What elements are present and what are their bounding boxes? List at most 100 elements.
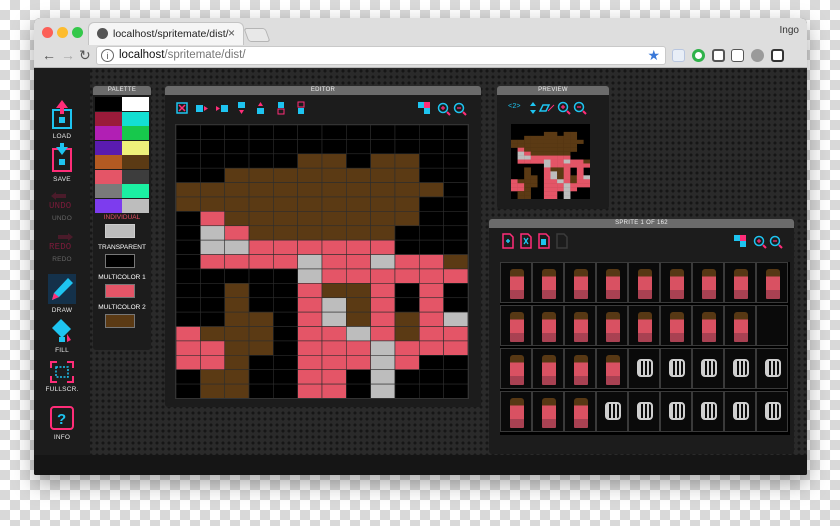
editor-pixel[interactable] bbox=[176, 369, 201, 385]
editor-pixel[interactable] bbox=[273, 311, 298, 327]
fullscreen-button[interactable]: FULLSCR. bbox=[34, 361, 90, 393]
sprite-thumbnail[interactable] bbox=[596, 262, 628, 303]
editor-pixel[interactable] bbox=[321, 369, 347, 385]
editor-pixel[interactable] bbox=[200, 369, 226, 385]
sprite-thumbnail[interactable] bbox=[724, 305, 756, 346]
editor-pixel[interactable] bbox=[370, 167, 396, 183]
sprite-thumbnail[interactable] bbox=[628, 305, 660, 346]
editor-pixel[interactable] bbox=[176, 326, 201, 342]
editor-pixel[interactable] bbox=[321, 182, 347, 198]
editor-pixel[interactable] bbox=[273, 383, 298, 398]
editor-pixel[interactable] bbox=[443, 211, 468, 227]
palette-swatch[interactable] bbox=[95, 169, 122, 184]
editor-pixel[interactable] bbox=[418, 125, 444, 140]
editor-pixel[interactable] bbox=[346, 211, 371, 227]
editor-pixel[interactable] bbox=[200, 196, 226, 212]
editor-pixel[interactable] bbox=[273, 355, 298, 371]
sprite-thumbnail[interactable] bbox=[692, 391, 724, 432]
editor-pixel[interactable] bbox=[224, 283, 250, 299]
editor-pixel[interactable] bbox=[273, 268, 298, 284]
editor-pixel[interactable] bbox=[346, 153, 371, 169]
editor-pixel[interactable] bbox=[394, 153, 420, 169]
editor-pixel[interactable] bbox=[224, 355, 250, 371]
individual-label[interactable]: INDIVIDUAL bbox=[93, 214, 151, 221]
editor-pixel[interactable] bbox=[443, 297, 468, 313]
info-icon[interactable]: i bbox=[101, 49, 114, 62]
editor-pixel[interactable] bbox=[200, 139, 226, 155]
extension-icon[interactable] bbox=[731, 49, 744, 62]
editor-pixel[interactable] bbox=[394, 283, 420, 299]
editor-pixel[interactable] bbox=[297, 125, 323, 140]
extension-icon[interactable] bbox=[672, 49, 685, 62]
editor-pixel[interactable] bbox=[297, 239, 323, 255]
editor-pixel[interactable] bbox=[346, 182, 371, 198]
editor-pixel[interactable] bbox=[321, 383, 347, 398]
editor-pixel[interactable] bbox=[443, 311, 468, 327]
undo-button[interactable]: UNDO UNDO bbox=[34, 190, 90, 222]
editor-pixel[interactable] bbox=[176, 297, 201, 313]
sync-extension-icon[interactable] bbox=[692, 49, 705, 62]
editor-pixel[interactable] bbox=[176, 355, 201, 371]
editor-pixel[interactable] bbox=[176, 139, 201, 155]
editor-pixel[interactable] bbox=[321, 311, 347, 327]
editor-pixel[interactable] bbox=[176, 239, 201, 255]
sprite-thumbnail[interactable] bbox=[596, 305, 628, 346]
sprite-thumbnail[interactable] bbox=[564, 262, 596, 303]
profile-name[interactable]: Ingo bbox=[780, 25, 799, 36]
multicolor1-label[interactable]: MULTICOLOR 1 bbox=[93, 274, 151, 281]
address-bar[interactable]: i localhost/spritemate/dist/ ★ bbox=[96, 46, 666, 65]
editor-pixel[interactable] bbox=[176, 254, 201, 270]
editor-pixel[interactable] bbox=[394, 254, 420, 270]
editor-pixel[interactable] bbox=[224, 182, 250, 198]
editor-pixel[interactable] bbox=[418, 153, 444, 169]
editor-pixel[interactable] bbox=[200, 268, 226, 284]
sprite-thumbnail[interactable] bbox=[564, 348, 596, 389]
address-url[interactable]: localhost/spritemate/dist/ bbox=[119, 49, 246, 61]
editor-pixel[interactable] bbox=[418, 369, 444, 385]
palette-swatch[interactable] bbox=[122, 155, 149, 169]
editor-pixel[interactable] bbox=[297, 196, 323, 212]
editor-pixel[interactable] bbox=[200, 383, 226, 398]
editor-pixel[interactable] bbox=[273, 326, 298, 342]
sprite-thumbnail[interactable] bbox=[532, 348, 564, 389]
palette-swatch[interactable] bbox=[122, 126, 149, 140]
load-button[interactable]: LOAD bbox=[34, 100, 90, 140]
editor-pixel[interactable] bbox=[394, 196, 420, 212]
editor-pixel[interactable] bbox=[443, 167, 468, 183]
editor-pixel[interactable] bbox=[321, 139, 347, 155]
info-button[interactable]: ? INFO bbox=[34, 405, 90, 441]
editor-pixel[interactable] bbox=[297, 311, 323, 327]
editor-pixel[interactable] bbox=[370, 254, 396, 270]
editor-pixel[interactable] bbox=[176, 167, 201, 183]
editor-pixel[interactable] bbox=[224, 239, 250, 255]
sprite-thumbnail[interactable] bbox=[628, 348, 660, 389]
palette-swatch[interactable] bbox=[95, 111, 122, 126]
editor-pixel[interactable] bbox=[346, 383, 371, 398]
editor-pixel[interactable] bbox=[176, 340, 201, 356]
editor-pixel[interactable] bbox=[200, 355, 226, 371]
editor-pixel[interactable] bbox=[273, 182, 298, 198]
editor-pixel[interactable] bbox=[394, 167, 420, 183]
editor-pixel[interactable] bbox=[394, 225, 420, 241]
sprite-thumbnail[interactable] bbox=[692, 305, 724, 346]
sprite-thumbnail[interactable] bbox=[532, 391, 564, 432]
editor-pixel[interactable] bbox=[224, 139, 250, 155]
editor-pixel[interactable] bbox=[346, 196, 371, 212]
editor-pixel[interactable] bbox=[224, 326, 250, 342]
sprite-thumbnail[interactable] bbox=[532, 262, 564, 303]
sprite-thumbnail[interactable] bbox=[724, 348, 756, 389]
editor-pixel[interactable] bbox=[346, 254, 371, 270]
sprite-thumbnail[interactable] bbox=[500, 348, 532, 389]
sprite-thumbnail[interactable] bbox=[692, 262, 724, 303]
multicolor2-label[interactable]: MULTICOLOR 2 bbox=[93, 304, 151, 311]
editor-pixel[interactable] bbox=[394, 311, 420, 327]
individual-color-box[interactable] bbox=[105, 224, 135, 238]
editor-pixel[interactable] bbox=[297, 254, 323, 270]
editor-pixel[interactable] bbox=[394, 383, 420, 398]
editor-pixel[interactable] bbox=[248, 326, 274, 342]
editor-pixel[interactable] bbox=[297, 182, 323, 198]
editor-pixel[interactable] bbox=[394, 239, 420, 255]
editor-pixel[interactable] bbox=[346, 139, 371, 155]
editor-pixel[interactable] bbox=[200, 225, 226, 241]
editor-pixel[interactable] bbox=[394, 268, 420, 284]
